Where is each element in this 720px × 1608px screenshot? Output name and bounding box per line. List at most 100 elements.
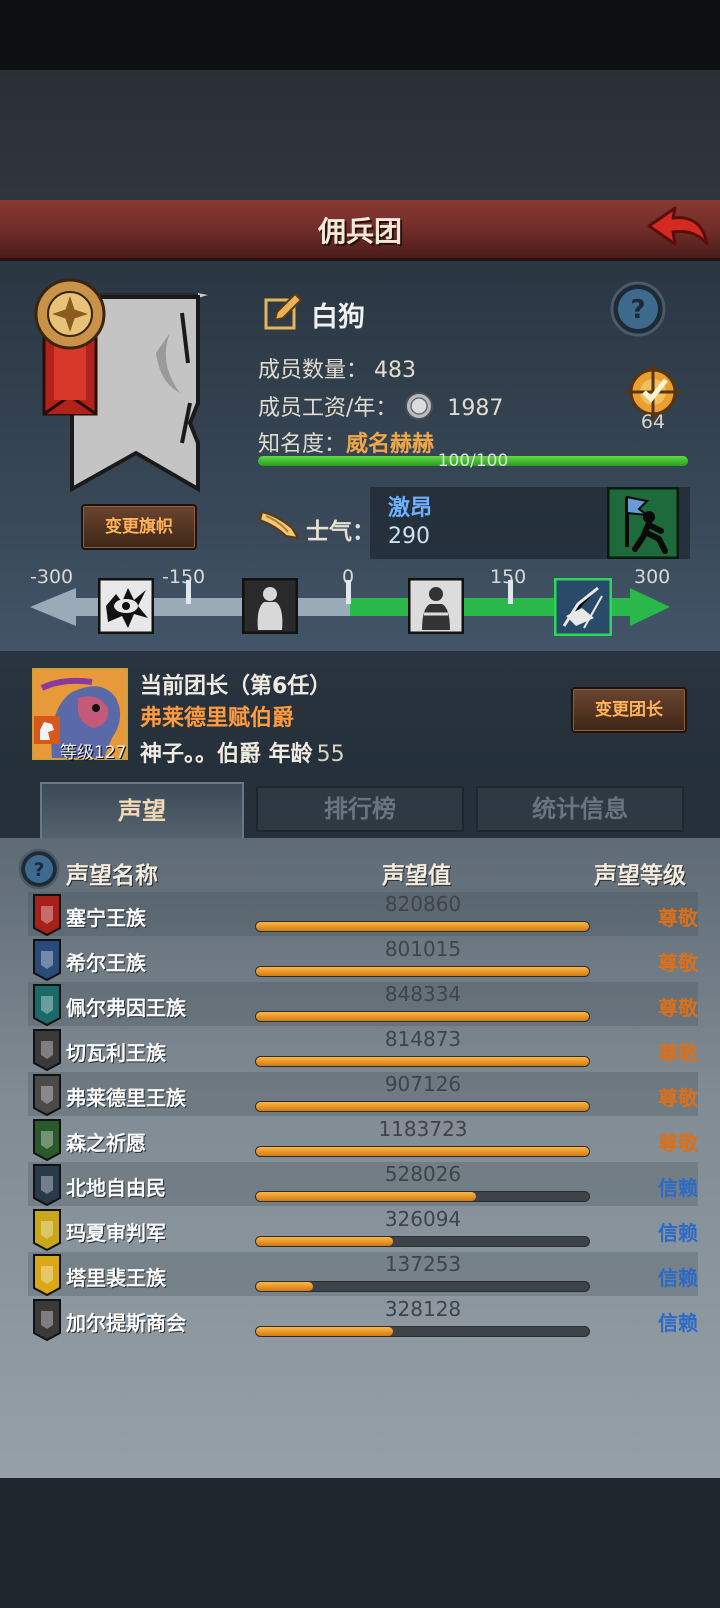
- reputation-bar: [256, 1192, 589, 1201]
- tab-statistics[interactable]: 统计信息: [476, 786, 684, 832]
- reputation-row[interactable]: 北地自由民 528026 信赖: [28, 1162, 698, 1206]
- reputation-level: 尊敬: [658, 996, 698, 1020]
- reputation-help-icon[interactable]: ?: [18, 848, 60, 890]
- tree-crest-icon: [33, 1119, 61, 1161]
- reputation-name: 塞宁王族: [66, 906, 146, 930]
- members-label: 成员数量：: [258, 358, 369, 383]
- medal-icon: [34, 278, 106, 416]
- reputation-bar: [256, 1147, 589, 1156]
- members-value: 483: [374, 358, 417, 383]
- fame-progress-text: 100/100: [437, 451, 509, 471]
- rally-icon: [554, 578, 612, 636]
- reputation-value: 528026: [384, 1162, 462, 1186]
- scale-tick: [508, 580, 513, 604]
- reputation-bar-fill: [256, 1057, 589, 1066]
- reputation-value: 814873: [384, 1027, 462, 1051]
- reputation-bar: [256, 1237, 589, 1246]
- header-rep-level: 声望等级: [594, 863, 686, 889]
- broken-eye-icon: [98, 578, 154, 634]
- steady-icon: [408, 578, 464, 634]
- yellow-crest-icon: [33, 1209, 61, 1251]
- reputation-name: 加尔提斯商会: [66, 1311, 186, 1335]
- svg-text:?: ?: [33, 859, 44, 881]
- silver-coin-icon: [405, 392, 434, 420]
- members-stat: 成员数量： 483: [258, 352, 416, 384]
- page-title: 佣兵团: [317, 215, 402, 248]
- red-crest-icon: [33, 894, 61, 936]
- reputation-name: 佩尔弗因王族: [66, 996, 186, 1020]
- target-value: 64: [640, 411, 666, 433]
- reputation-level: 信赖: [658, 1221, 698, 1245]
- reputation-bar: [256, 967, 589, 976]
- scales-crest-icon: [33, 1029, 61, 1071]
- title-bar: 佣兵团: [0, 200, 720, 261]
- reputation-level: 尊敬: [658, 951, 698, 975]
- tab-ranking[interactable]: 排行榜: [256, 786, 464, 832]
- reputation-row[interactable]: 加尔提斯商会 328128 信赖: [28, 1297, 698, 1341]
- salary-value: 1987: [447, 396, 504, 421]
- reputation-level: 尊敬: [658, 1086, 698, 1110]
- reputation-row[interactable]: 佩尔弗因王族 848334 尊敬: [28, 982, 698, 1026]
- scale-label-neg300: -300: [30, 566, 74, 588]
- reputation-bar-fill: [256, 1192, 476, 1201]
- reputation-row[interactable]: 塞宁王族 820860 尊敬: [28, 892, 698, 936]
- back-arrow-icon[interactable]: [645, 204, 709, 254]
- reputation-level: 尊敬: [658, 906, 698, 930]
- reputation-name: 弗莱德里王族: [66, 1086, 186, 1110]
- leader-heading: 当前团长（第6任）: [140, 674, 332, 699]
- reputation-value: 137253: [384, 1252, 462, 1276]
- salary-stat: 成员工资/年： 1987: [258, 390, 503, 422]
- reputation-name: 森之祈愿: [66, 1131, 146, 1155]
- reputation-name: 玛夏审判军: [66, 1221, 166, 1245]
- scale-label-300: 300: [634, 566, 671, 588]
- reputation-row[interactable]: 弗莱德里王族 907126 尊敬: [28, 1072, 698, 1116]
- reputation-bar-fill: [256, 1327, 393, 1336]
- backdrop: [0, 70, 720, 200]
- reputation-bar-fill: [256, 1147, 589, 1156]
- reputation-bar-fill: [256, 1012, 589, 1021]
- morale-value: 290: [388, 524, 430, 549]
- reputation-row[interactable]: 玛夏审判军 326094 信赖: [28, 1207, 698, 1251]
- reputation-row[interactable]: 塔里裴王族 137253 信赖: [28, 1252, 698, 1296]
- reputation-row[interactable]: 森之祈愿 1183723 尊敬: [28, 1117, 698, 1161]
- charge-banner-icon[interactable]: [607, 487, 679, 559]
- bottom-backdrop: [0, 1478, 720, 1608]
- header-rep-name: 声望名称: [66, 863, 158, 889]
- reputation-bar-fill: [256, 967, 589, 976]
- reputation-value: 328128: [384, 1297, 462, 1321]
- crown-crest-icon: [33, 1254, 61, 1296]
- axe-crest-icon: [33, 1164, 61, 1206]
- reputation-value: 801015: [384, 937, 462, 961]
- leader-desc: 神子。。伯爵 年龄: [140, 742, 313, 767]
- reputation-bar: [256, 1057, 589, 1066]
- leader-level: 等级127: [60, 743, 127, 763]
- reputation-level: 信赖: [658, 1311, 698, 1335]
- morale-label: 士气：: [306, 519, 375, 545]
- reputation-row[interactable]: 切瓦利王族 814873 尊敬: [28, 1027, 698, 1071]
- horse-level-icon: [34, 716, 60, 744]
- leader-desc-row: 神子。。伯爵 年龄 55: [140, 736, 345, 768]
- reputation-value: 1183723: [378, 1117, 468, 1141]
- morale-scale: -300 -150 0 150 300: [30, 566, 690, 638]
- teal-crest-icon: [33, 984, 61, 1026]
- reputation-value: 848334: [384, 982, 462, 1006]
- reputation-name: 北地自由民: [66, 1176, 166, 1200]
- change-leader-button[interactable]: 变更团长: [571, 687, 687, 733]
- reputation-bar-fill: [256, 1237, 393, 1246]
- reputation-bar: [256, 922, 589, 931]
- scale-tick: [186, 580, 191, 604]
- tab-reputation[interactable]: 声望: [40, 782, 244, 842]
- reputation-bar: [256, 1102, 589, 1111]
- reputation-bar-fill: [256, 1282, 313, 1291]
- salary-label: 成员工资/年：: [258, 396, 398, 421]
- reputation-value: 907126: [384, 1072, 462, 1096]
- reputation-name: 塔里裴王族: [66, 1266, 166, 1290]
- header-rep-value: 声望值: [382, 863, 451, 889]
- help-icon[interactable]: ?: [610, 281, 666, 337]
- reputation-bar-fill: [256, 922, 589, 931]
- edit-name-icon[interactable]: [263, 292, 303, 332]
- reputation-level: 尊敬: [658, 1131, 698, 1155]
- reputation-row[interactable]: 希尔王族 801015 尊敬: [28, 937, 698, 981]
- despair-icon: [242, 578, 298, 634]
- change-banner-button[interactable]: 变更旗帜: [81, 504, 197, 550]
